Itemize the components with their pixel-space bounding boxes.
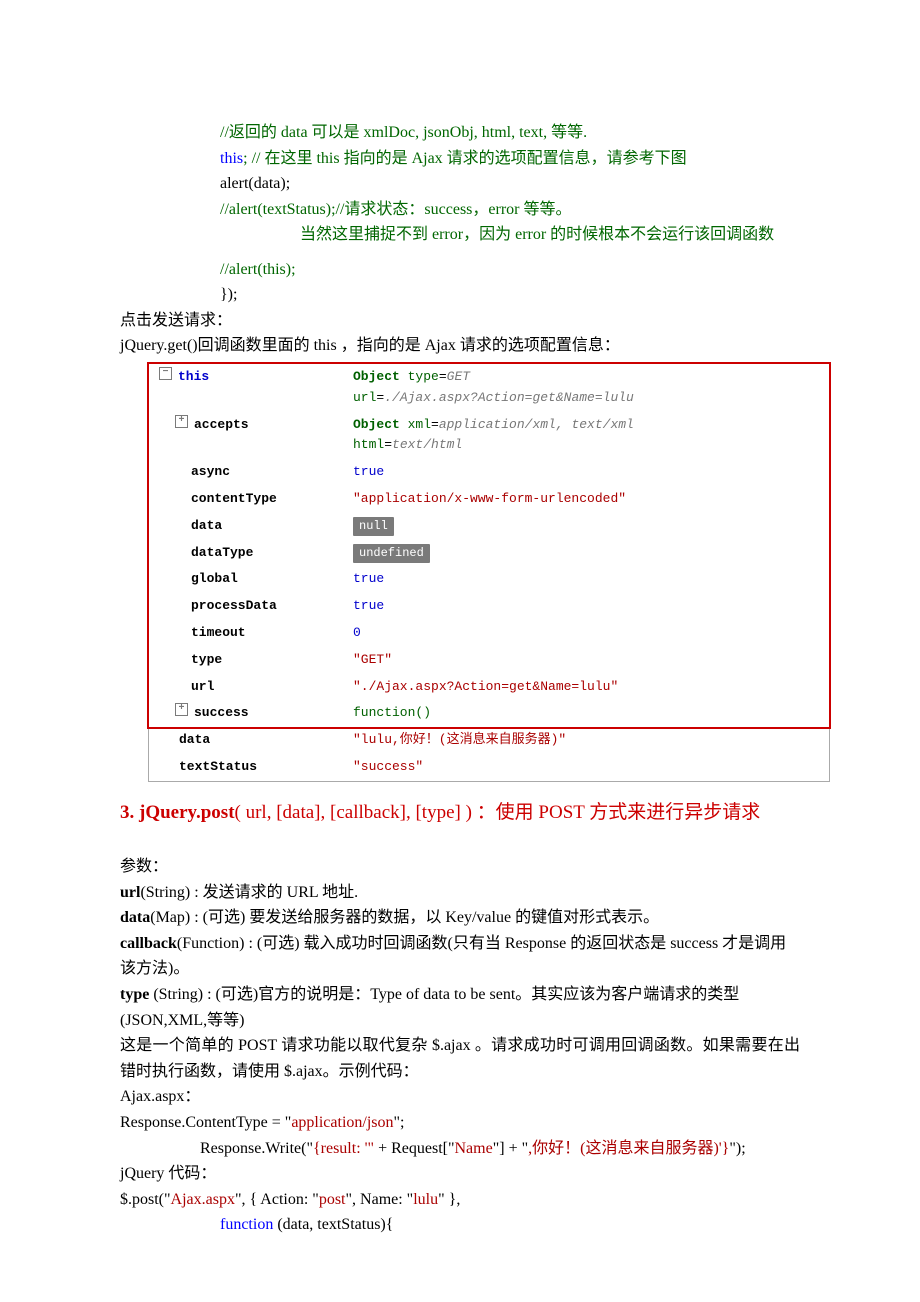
code-line: Response.Write("{result: '" + Request["N… bbox=[120, 1136, 800, 1162]
dbg-val: 0 bbox=[349, 620, 829, 647]
params-label: 参数： bbox=[120, 854, 800, 880]
code-line: //alert(this); bbox=[220, 257, 800, 283]
dbg-key: success bbox=[194, 703, 249, 724]
code-block-get-callback: //返回的 data 可以是 xmlDoc, jsonObj, html, te… bbox=[120, 120, 800, 308]
code-line: 当然这里捕捉不到 error，因为 error 的时候根本不会运行该回调函数 bbox=[120, 222, 800, 256]
dbg-key: contentType bbox=[191, 489, 277, 510]
dbg-key: global bbox=[191, 569, 238, 590]
param-data: data(Map) : (可选) 要发送给服务器的数据，以 Key/value … bbox=[120, 905, 800, 931]
dbg-val: "lulu,你好！(这消息来自服务器)" bbox=[349, 727, 829, 754]
tree-expand-icon[interactable]: + bbox=[175, 415, 188, 428]
section-heading-jquery-post: 3. jQuery.post( url, [data], [callback],… bbox=[120, 798, 800, 828]
dbg-val: Object type=GET url=./Ajax.aspx?Action=g… bbox=[349, 364, 829, 412]
param-type: type (String) : (可选)官方的说明是：Type of data … bbox=[120, 982, 800, 1033]
dbg-val: Object xml=application/xml, text/xml htm… bbox=[349, 412, 829, 460]
code-line: this; // 在这里 this 指向的是 Ajax 请求的选项配置信息，请参… bbox=[220, 146, 800, 172]
text-get-this: jQuery.get()回调函数里面的 this ，指向的是 Ajax 请求的选… bbox=[120, 333, 800, 359]
dbg-key: url bbox=[191, 677, 214, 698]
debugger-this-box: −this Object type=GET url=./Ajax.aspx?Ac… bbox=[149, 364, 829, 727]
code-line: alert(data); bbox=[220, 171, 800, 197]
dbg-key: type bbox=[191, 650, 222, 671]
jquery-code-label: jQuery 代码： bbox=[120, 1161, 800, 1187]
dbg-key: this bbox=[178, 367, 209, 388]
dbg-val: "GET" bbox=[349, 647, 829, 674]
dbg-key: async bbox=[191, 462, 230, 483]
dbg-val: "application/x-www-form-urlencoded" bbox=[349, 486, 829, 513]
code-comment: ; // 在这里 this 指向的是 Ajax 请求的选项配置信息，请参考下图 bbox=[243, 150, 687, 167]
tree-collapse-icon[interactable]: − bbox=[159, 367, 172, 380]
dbg-key: data bbox=[179, 730, 210, 751]
dbg-val: "success" bbox=[349, 754, 829, 781]
dbg-val: null bbox=[349, 513, 829, 540]
dbg-key: accepts bbox=[194, 415, 249, 436]
code-line: function (data, textStatus){ bbox=[120, 1212, 800, 1238]
page: //返回的 data 可以是 xmlDoc, jsonObj, html, te… bbox=[0, 0, 920, 1302]
code-line: $.post("Ajax.aspx", { Action: "post", Na… bbox=[120, 1187, 800, 1213]
tree-expand-icon[interactable]: + bbox=[175, 703, 188, 716]
dbg-key: timeout bbox=[191, 623, 246, 644]
post-desc: 这是一个简单的 POST 请求功能以取代复杂 $.ajax 。请求成功时可调用回… bbox=[120, 1033, 800, 1084]
dbg-val: true bbox=[349, 593, 829, 620]
dbg-val: undefined bbox=[349, 540, 829, 567]
dbg-val: true bbox=[349, 566, 829, 593]
dbg-key: dataType bbox=[191, 543, 253, 564]
keyword-this: this bbox=[220, 150, 243, 167]
dbg-key: data bbox=[191, 516, 222, 537]
code-line: Response.ContentType = "application/json… bbox=[120, 1110, 800, 1136]
param-url: url(String) : 发送请求的 URL 地址. bbox=[120, 880, 800, 906]
code-line: //返回的 data 可以是 xmlDoc, jsonObj, html, te… bbox=[220, 120, 800, 146]
dbg-val: function() bbox=[349, 700, 829, 727]
debugger-panel: −this Object type=GET url=./Ajax.aspx?Ac… bbox=[148, 363, 830, 782]
dbg-key: processData bbox=[191, 596, 277, 617]
param-callback: callback(Function) : (可选) 载入成功时回调函数(只有当 … bbox=[120, 931, 800, 982]
dbg-val: true bbox=[349, 459, 829, 486]
dbg-val: "./Ajax.aspx?Action=get&Name=lulu" bbox=[349, 674, 829, 701]
text-click-send: 点击发送请求： bbox=[120, 308, 800, 334]
code-line: //alert(textStatus);//请求状态：success，error… bbox=[220, 197, 800, 223]
code-line: }); bbox=[220, 282, 800, 308]
aspx-label: Ajax.aspx： bbox=[120, 1084, 800, 1110]
dbg-key: textStatus bbox=[179, 757, 257, 778]
